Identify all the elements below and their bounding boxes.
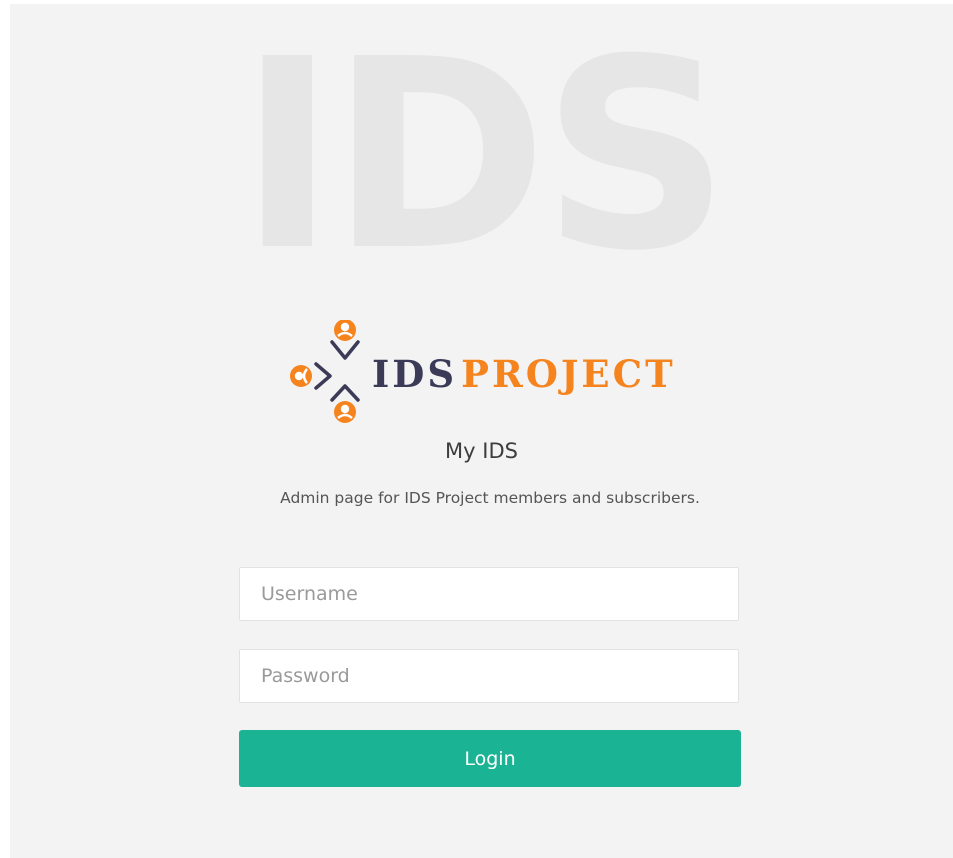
ids-project-logo: IDS PROJECT [288,320,718,428]
password-input[interactable] [239,649,739,703]
background-watermark: IDS [238,3,731,308]
ids-project-logo-icon [290,320,360,423]
login-button[interactable]: Login [239,730,741,787]
logo-wordmark-project: PROJECT [461,352,676,396]
page-subtitle: Admin page for IDS Project members and s… [280,489,700,507]
page-title: My IDS [445,439,518,463]
logo-wordmark-ids: IDS [372,352,458,396]
logo-wordmark: IDS PROJECT [372,352,676,396]
username-input[interactable] [239,567,739,621]
login-panel: IDS IDS PROJECT My IDS Admin page for IDS… [10,4,953,858]
